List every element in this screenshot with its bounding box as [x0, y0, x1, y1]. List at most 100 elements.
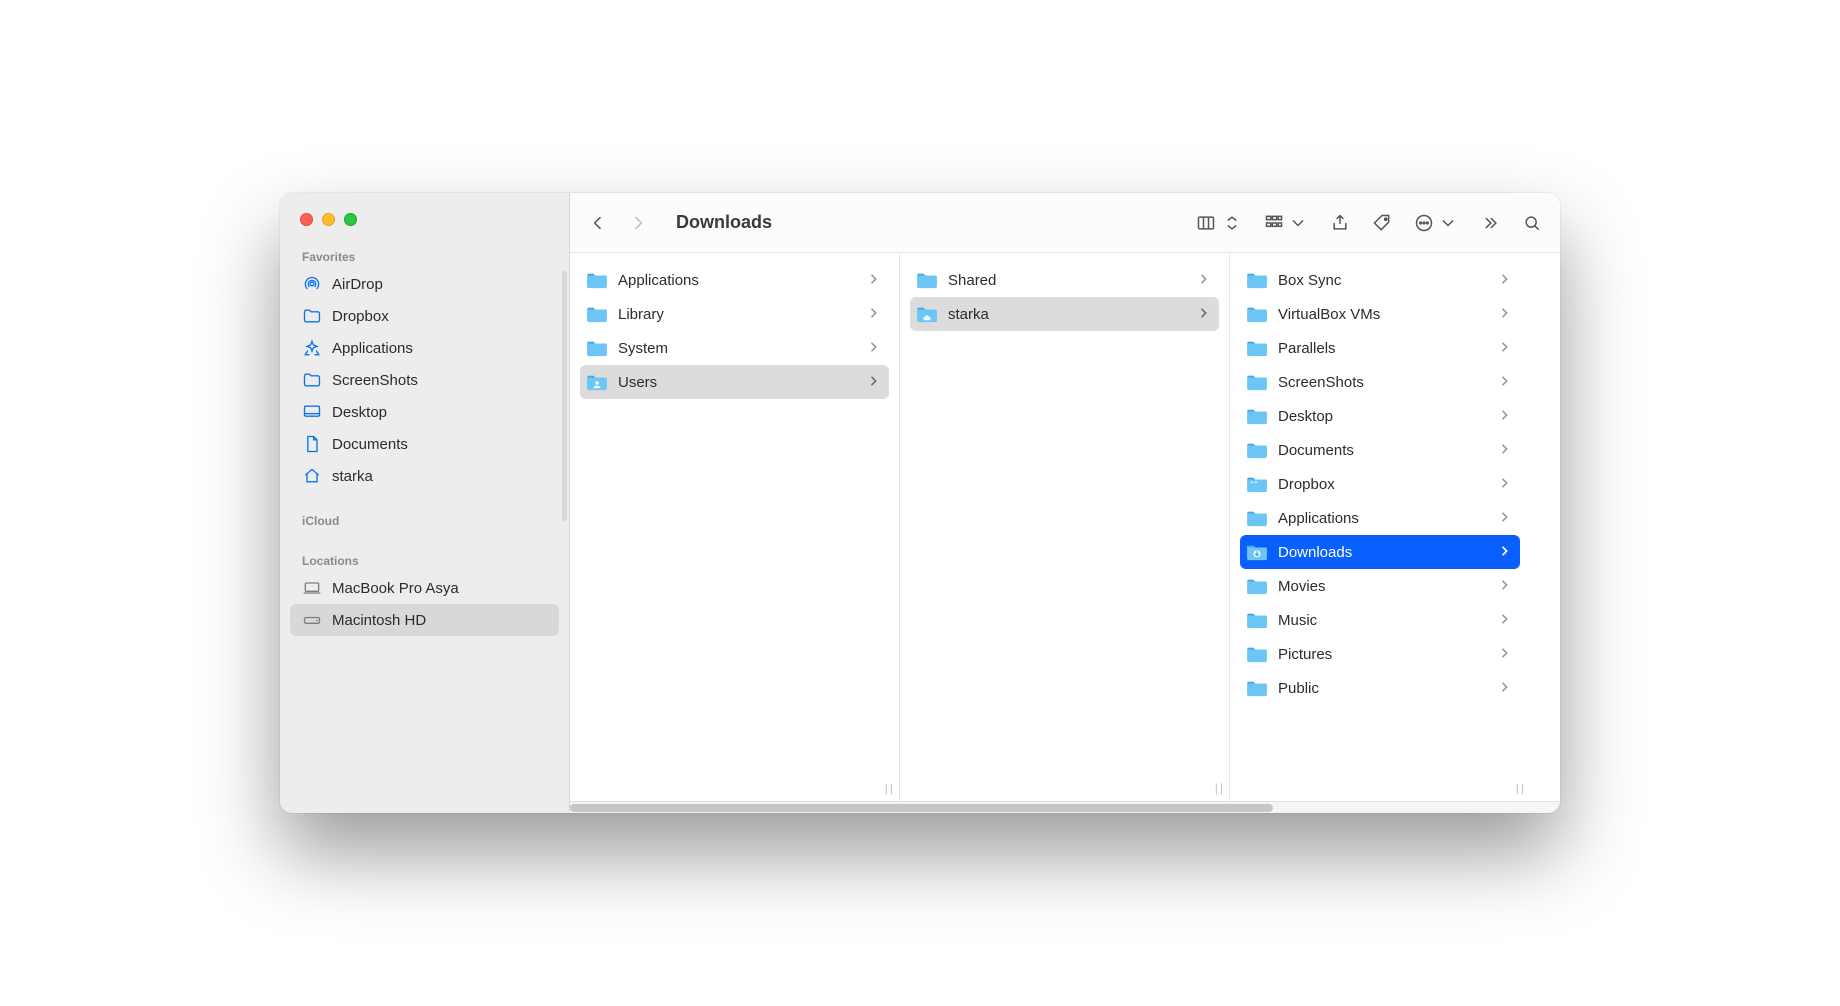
folder-row-music[interactable]: Music [1240, 603, 1520, 637]
close-window-button[interactable] [300, 213, 313, 226]
sidebar-item-macbook[interactable]: MacBook Pro Asya [290, 572, 559, 604]
folder-label: Documents [1278, 442, 1490, 459]
folder-row-system[interactable]: System [580, 331, 889, 365]
share-button[interactable] [1330, 213, 1350, 233]
column-resize-handle[interactable]: || [1215, 781, 1225, 795]
folder-icon [1246, 407, 1268, 425]
horizontal-scrollbar-thumb[interactable] [570, 804, 1273, 812]
column-1: Applications Library System Users [570, 253, 900, 801]
folder-label: Music [1278, 612, 1490, 629]
chevron-right-icon [1199, 306, 1209, 323]
disk-icon [302, 610, 322, 630]
folder-label: ScreenShots [1278, 374, 1490, 391]
folder-row-parallels[interactable]: Parallels [1240, 331, 1520, 365]
sidebar-item-label: starka [332, 468, 373, 485]
folder-icon [1246, 577, 1268, 595]
chevron-right-icon [869, 374, 879, 391]
sidebar-item-label: Applications [332, 340, 413, 357]
toolbar-overflow-button[interactable] [1480, 213, 1500, 233]
chevron-right-icon [869, 306, 879, 323]
home-icon [302, 466, 322, 486]
folder-label: starka [948, 306, 1189, 323]
search-button[interactable] [1522, 213, 1542, 233]
sidebar-item-dropbox[interactable]: Dropbox [290, 300, 559, 332]
folder-outline-icon [302, 306, 322, 326]
folder-label: Applications [1278, 510, 1490, 527]
folder-row-dropbox[interactable]: Dropbox [1240, 467, 1520, 501]
folder-row-documents[interactable]: Documents [1240, 433, 1520, 467]
folder-row-desktop[interactable]: Desktop [1240, 399, 1520, 433]
airdrop-icon [302, 274, 322, 294]
sidebar-item-home[interactable]: starka [290, 460, 559, 492]
sidebar-item-screenshots[interactable]: ScreenShots [290, 364, 559, 396]
window-title: Downloads [676, 212, 772, 233]
folder-label: Library [618, 306, 859, 323]
folder-icon [1246, 271, 1268, 289]
forward-button[interactable] [628, 213, 648, 233]
folder-row-library[interactable]: Library [580, 297, 889, 331]
chevron-right-icon [869, 272, 879, 289]
folder-icon [586, 339, 608, 357]
group-by-button[interactable] [1264, 213, 1308, 233]
folder-row-boxsync[interactable]: Box Sync [1240, 263, 1520, 297]
desktop-icon [302, 402, 322, 422]
sidebar-item-label: Desktop [332, 404, 387, 421]
folder-row-applications[interactable]: Applications [580, 263, 889, 297]
folder-row-shared[interactable]: Shared [910, 263, 1219, 297]
folder-row-screenshots[interactable]: ScreenShots [1240, 365, 1520, 399]
sidebar-item-macintosh-hd[interactable]: Macintosh HD [290, 604, 559, 636]
zoom-window-button[interactable] [344, 213, 357, 226]
column-2: Shared starka || [900, 253, 1230, 801]
laptop-icon [302, 578, 322, 598]
folder-icon [1246, 441, 1268, 459]
column-resize-handle[interactable]: || [1516, 781, 1526, 795]
sidebar-item-airdrop[interactable]: AirDrop [290, 268, 559, 300]
chevron-right-icon [1500, 442, 1510, 459]
folder-outline-icon [302, 370, 322, 390]
folder-row-users[interactable]: Users [580, 365, 889, 399]
sidebar-section-locations-header: Locations [290, 548, 559, 572]
folder-row-virtualbox-vms[interactable]: VirtualBox VMs [1240, 297, 1520, 331]
sidebar-item-label: Documents [332, 436, 408, 453]
folder-home-icon [916, 305, 938, 323]
folder-label: Dropbox [1278, 476, 1490, 493]
folder-row-applications-user[interactable]: Applications [1240, 501, 1520, 535]
sidebar-item-label: Dropbox [332, 308, 389, 325]
folder-label: Shared [948, 272, 1189, 289]
chevron-right-icon [1500, 408, 1510, 425]
sidebar-item-documents[interactable]: Documents [290, 428, 559, 460]
sidebar: Favorites AirDrop Dropbox Applications [280, 193, 570, 813]
sidebar-scrollbar[interactable] [562, 271, 567, 521]
folder-row-public[interactable]: Public [1240, 671, 1520, 705]
folder-label: Downloads [1278, 544, 1490, 561]
toolbar: Downloads [570, 193, 1560, 253]
minimize-window-button[interactable] [322, 213, 335, 226]
sidebar-item-applications[interactable]: Applications [290, 332, 559, 364]
sidebar-item-label: MacBook Pro Asya [332, 580, 459, 597]
folder-row-downloads[interactable]: Downloads [1240, 535, 1520, 569]
sidebar-item-label: Macintosh HD [332, 612, 426, 629]
chevron-right-icon [1500, 340, 1510, 357]
chevron-right-icon [1500, 306, 1510, 323]
sidebar-item-label: ScreenShots [332, 372, 418, 389]
document-icon [302, 434, 322, 454]
folder-row-starka[interactable]: starka [910, 297, 1219, 331]
column-resize-handle[interactable]: || [885, 781, 895, 795]
folder-icon [1246, 509, 1268, 527]
view-columns-button[interactable] [1196, 213, 1242, 233]
column-3: Box Sync VirtualBox VMs Parallels Screen… [1230, 253, 1530, 801]
chevron-right-icon [1500, 544, 1510, 561]
sidebar-item-desktop[interactable]: Desktop [290, 396, 559, 428]
chevron-right-icon [1500, 374, 1510, 391]
folder-label: Users [618, 374, 859, 391]
folder-label: VirtualBox VMs [1278, 306, 1490, 323]
back-button[interactable] [588, 213, 608, 233]
chevron-right-icon [1500, 272, 1510, 289]
chevron-right-icon [1500, 510, 1510, 527]
folder-icon [586, 271, 608, 289]
horizontal-scrollbar-track[interactable] [570, 801, 1560, 813]
tags-button[interactable] [1372, 213, 1392, 233]
folder-row-pictures[interactable]: Pictures [1240, 637, 1520, 671]
folder-row-movies[interactable]: Movies [1240, 569, 1520, 603]
more-actions-button[interactable] [1414, 213, 1458, 233]
